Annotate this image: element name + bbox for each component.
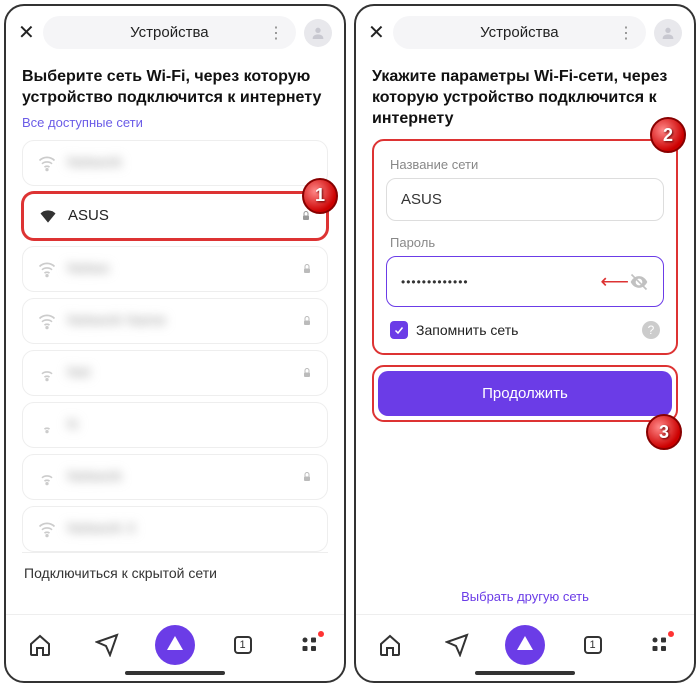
avatar[interactable] [304, 19, 332, 47]
title-text: Устройства [480, 24, 558, 41]
more-icon[interactable]: ⋮ [268, 23, 284, 43]
annotation-badge-2: 2 [650, 117, 686, 153]
nav-apps[interactable] [640, 625, 680, 665]
topbar: ✕ Устройства ⋮ [356, 6, 694, 59]
heading: Выберите сеть Wi-Fi, через которую устро… [22, 67, 328, 109]
wifi-icon [37, 415, 57, 435]
nav-tabs[interactable]: 1 [223, 625, 263, 665]
heading: Укажите параметры Wi-Fi-сети, через кото… [372, 67, 678, 129]
visibility-off-icon[interactable] [629, 272, 649, 292]
more-icon[interactable]: ⋮ [618, 23, 634, 43]
help-icon[interactable]: ? [642, 321, 660, 339]
topbar: ✕ Устройства ⋮ [6, 6, 344, 59]
content: Выберите сеть Wi-Fi, через которую устро… [6, 59, 344, 614]
input-value: ASUS [401, 191, 442, 208]
network-name: N [67, 416, 313, 433]
nav-apps[interactable] [290, 625, 330, 665]
wifi-icon [37, 259, 57, 279]
password-label: Пароль [390, 235, 664, 250]
lock-icon [301, 471, 313, 483]
network-item[interactable]: Network Name [22, 298, 328, 344]
continue-button[interactable]: Продолжить [378, 371, 672, 416]
nav-alice[interactable] [155, 625, 195, 665]
notification-dot [318, 631, 324, 637]
home-indicator [125, 671, 225, 675]
close-icon[interactable]: ✕ [368, 20, 385, 45]
choose-other-network-link[interactable]: Выбрать другую сеть [372, 569, 678, 614]
wifi-icon [37, 519, 57, 539]
title-text: Устройства [130, 24, 208, 41]
screen-select-network: ✕ Устройства ⋮ Выберите сеть Wi-Fi, чере… [4, 4, 346, 683]
nav-tabs[interactable]: 1 [573, 625, 613, 665]
network-name: Network X [67, 520, 313, 537]
wifi-icon [37, 153, 57, 173]
network-name: ASUS [68, 207, 290, 224]
content: Укажите параметры Wi-Fi-сети, через кото… [356, 59, 694, 614]
remember-checkbox[interactable] [390, 321, 408, 339]
annotation-badge-1: 1 [302, 178, 338, 214]
network-name: Network [67, 154, 313, 171]
network-list: Network ASUS 1 Netwo Network Name [22, 140, 328, 552]
continue-box: Продолжить 3 [372, 365, 678, 422]
all-networks-link[interactable]: Все доступные сети [22, 115, 328, 130]
page-title: Устройства ⋮ [393, 16, 646, 49]
remember-row: Запомнить сеть ? [390, 321, 660, 339]
wifi-icon [38, 206, 58, 226]
nav-send[interactable] [437, 625, 477, 665]
wifi-icon [37, 467, 57, 487]
nav-alice[interactable] [505, 625, 545, 665]
wifi-form: 2 Название сети ASUS Пароль ••••••••••••… [372, 139, 678, 355]
network-item[interactable]: Network [22, 140, 328, 186]
remember-label: Запомнить сеть [416, 322, 634, 338]
network-name: Netwo [67, 260, 291, 277]
network-name: Network Name [67, 312, 291, 329]
password-value: ••••••••••••• [401, 275, 592, 289]
network-item[interactable]: Network [22, 454, 328, 500]
lock-icon [301, 263, 313, 275]
wifi-icon [37, 363, 57, 383]
network-name: Net [67, 364, 291, 381]
network-item[interactable]: N [22, 402, 328, 448]
network-name-label: Название сети [390, 157, 664, 172]
nav-home[interactable] [370, 625, 410, 665]
nav-send[interactable] [87, 625, 127, 665]
lock-icon [301, 367, 313, 379]
nav-home[interactable] [20, 625, 60, 665]
screen-wifi-params: ✕ Устройства ⋮ Укажите параметры Wi-Fi-с… [354, 4, 696, 683]
network-item[interactable]: Netwo [22, 246, 328, 292]
tab-count: 1 [590, 639, 596, 651]
network-name: Network [67, 468, 291, 485]
lock-icon [301, 315, 313, 327]
page-title: Устройства ⋮ [43, 16, 296, 49]
annotation-arrow: ⟵ [600, 269, 629, 294]
avatar[interactable] [654, 19, 682, 47]
password-input[interactable]: ••••••••••••• ⟵ [386, 256, 664, 307]
network-item[interactable]: Network X [22, 506, 328, 552]
tab-count: 1 [240, 639, 246, 651]
wifi-icon [37, 311, 57, 331]
home-indicator [475, 671, 575, 675]
notification-dot [668, 631, 674, 637]
hidden-network-link[interactable]: Подключиться к скрытой сети [22, 552, 328, 593]
network-item[interactable]: Net [22, 350, 328, 396]
close-icon[interactable]: ✕ [18, 20, 35, 45]
network-item-selected[interactable]: ASUS 1 [22, 192, 328, 240]
network-name-input[interactable]: ASUS [386, 178, 664, 221]
